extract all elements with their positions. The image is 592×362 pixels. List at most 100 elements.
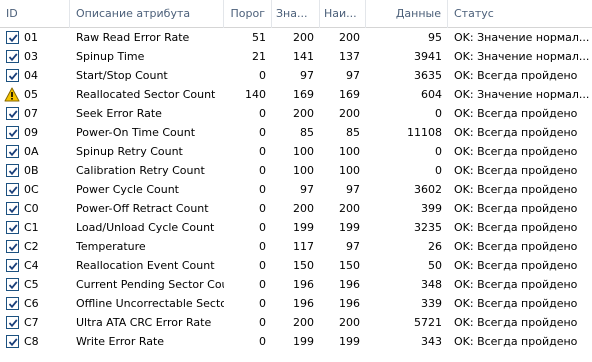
checkbox-checked-icon[interactable] xyxy=(6,126,19,139)
row-value: 196 xyxy=(293,278,314,291)
table-row[interactable]: C7 Ultra ATA CRC Error Rate 0 200 200 5721 OK:… xyxy=(0,313,592,332)
row-data: 11108 xyxy=(407,126,442,139)
row-attribute-name: Write Error Rate xyxy=(76,335,165,348)
checkbox-checked-icon[interactable] xyxy=(6,240,19,253)
row-id: 03 xyxy=(24,50,38,63)
checkbox-checked-icon[interactable] xyxy=(6,50,19,63)
row-worst: 100 xyxy=(339,164,360,177)
row-data: 399 xyxy=(421,202,442,215)
row-attribute-name: Start/Stop Count xyxy=(76,69,168,82)
table-row[interactable]: 09 Power-On Time Count 0 85 85 11108 OK: Всегд… xyxy=(0,123,592,142)
table-row[interactable]: C2 Temperature 0 117 97 26 OK: Всегда пройдено xyxy=(0,237,592,256)
checkbox-checked-icon[interactable] xyxy=(6,164,19,177)
row-attribute-name: Power-Off Retract Count xyxy=(76,202,209,215)
row-threshold: 0 xyxy=(259,335,266,348)
table-row[interactable]: C4 Reallocation Event Count 0 150 150 50 OK: В… xyxy=(0,256,592,275)
row-attribute-name: Power-On Time Count xyxy=(76,126,196,139)
table-row[interactable]: 03 Spinup Time 21 141 137 3941 OK: Значение но… xyxy=(0,47,592,66)
row-worst: 150 xyxy=(339,259,360,272)
row-value: 196 xyxy=(293,297,314,310)
row-value: 85 xyxy=(300,126,314,139)
checkbox-checked-icon[interactable] xyxy=(6,183,19,196)
row-status: OK: Всегда пройдено xyxy=(454,183,578,196)
column-header-name[interactable]: Описание атрибута xyxy=(70,0,224,28)
row-threshold: 0 xyxy=(259,126,266,139)
row-threshold: 0 xyxy=(259,145,266,158)
table-row[interactable]: 0B Calibration Retry Count 0 100 100 0 OK: Все… xyxy=(0,161,592,180)
checkbox-checked-icon[interactable] xyxy=(6,145,19,158)
checkbox-checked-icon[interactable] xyxy=(6,69,19,82)
row-threshold: 0 xyxy=(259,221,266,234)
table-header: ID Описание атрибута Порог Зна... Наи...… xyxy=(0,0,592,28)
row-attribute-name: Calibration Retry Count xyxy=(76,164,205,177)
column-header-worst[interactable]: Наи... xyxy=(320,0,366,28)
row-value: 169 xyxy=(293,88,314,101)
row-id: C0 xyxy=(24,202,39,215)
checkbox-checked-icon[interactable] xyxy=(6,221,19,234)
table-row[interactable]: 01 Raw Read Error Rate 51 200 200 95 OK: Значе… xyxy=(0,28,592,47)
row-attribute-name: Temperature xyxy=(76,240,146,253)
row-threshold: 0 xyxy=(259,183,266,196)
row-worst: 196 xyxy=(339,278,360,291)
row-threshold: 0 xyxy=(259,278,266,291)
row-id: 01 xyxy=(24,31,38,44)
column-header-status[interactable]: Статус xyxy=(448,0,592,28)
table-row[interactable]: 0C Power Cycle Count 0 97 97 3602 OK: Всегда п… xyxy=(0,180,592,199)
row-data: 0 xyxy=(435,145,442,158)
row-status: OK: Всегда пройдено xyxy=(454,145,578,158)
row-status: OK: Всегда пройдено xyxy=(454,335,578,348)
checkbox-checked-icon[interactable] xyxy=(6,316,19,329)
row-value: 199 xyxy=(293,335,314,348)
column-header-threshold[interactable]: Порог xyxy=(224,0,272,28)
checkbox-checked-icon[interactable] xyxy=(6,297,19,310)
row-id: C5 xyxy=(24,278,39,291)
row-data: 0 xyxy=(435,164,442,177)
row-threshold: 0 xyxy=(259,297,266,310)
row-id: 09 xyxy=(24,126,38,139)
checkbox-checked-icon[interactable] xyxy=(6,202,19,215)
row-status: OK: Значение нормал... xyxy=(454,50,590,63)
row-data: 604 xyxy=(421,88,442,101)
row-status: OK: Значение нормал... xyxy=(454,88,590,101)
row-threshold: 0 xyxy=(259,259,266,272)
table-row[interactable]: 04 Start/Stop Count 0 97 97 3635 OK: Всегда пр… xyxy=(0,66,592,85)
row-value: 200 xyxy=(293,316,314,329)
row-status: OK: Всегда пройдено xyxy=(454,297,578,310)
row-value: 100 xyxy=(293,164,314,177)
row-id: 0B xyxy=(24,164,39,177)
table-row[interactable]: 07 Seek Error Rate 0 200 200 0 OK: Всегда прой… xyxy=(0,104,592,123)
row-value: 200 xyxy=(293,202,314,215)
row-status: OK: Всегда пройдено xyxy=(454,259,578,272)
checkbox-checked-icon[interactable] xyxy=(6,278,19,291)
row-value: 200 xyxy=(293,107,314,120)
row-worst: 85 xyxy=(346,126,360,139)
row-data: 348 xyxy=(421,278,442,291)
row-status: OK: Всегда пройдено xyxy=(454,69,578,82)
checkbox-checked-icon[interactable] xyxy=(6,107,19,120)
table-row[interactable]: C6 Offline Uncorrectable Sector C... 0 196 1… xyxy=(0,294,592,313)
row-threshold: 0 xyxy=(259,316,266,329)
checkbox-checked-icon[interactable] xyxy=(6,335,19,348)
table-row[interactable]: C0 Power-Off Retract Count 0 200 200 399 OK: В… xyxy=(0,199,592,218)
row-worst: 200 xyxy=(339,316,360,329)
checkbox-checked-icon[interactable] xyxy=(6,31,19,44)
table-row[interactable]: C8 Write Error Rate 0 199 199 343 OK: Всегда п… xyxy=(0,332,592,351)
column-header-id[interactable]: ID xyxy=(0,0,70,28)
row-status: OK: Всегда пройдено xyxy=(454,202,578,215)
column-header-value[interactable]: Зна... xyxy=(272,0,320,28)
row-data: 3941 xyxy=(414,50,442,63)
row-status: OK: Всегда пройдено xyxy=(454,278,578,291)
smart-attributes-table: ID Описание атрибута Порог Зна... Наи...… xyxy=(0,0,592,348)
column-header-data[interactable]: Данные xyxy=(366,0,448,28)
table-row[interactable]: 05 Reallocated Sector Count 140 169 169 604 OK… xyxy=(0,85,592,104)
row-attribute-name: Current Pending Sector Count xyxy=(76,278,224,291)
row-threshold: 51 xyxy=(252,31,266,44)
row-value: 200 xyxy=(293,31,314,44)
row-worst: 200 xyxy=(339,107,360,120)
table-row[interactable]: C5 Current Pending Sector Count 0 196 196 348… xyxy=(0,275,592,294)
table-row[interactable]: C1 Load/Unload Cycle Count 0 199 199 3235 OK: … xyxy=(0,218,592,237)
row-status: OK: Всегда пройдено xyxy=(454,164,578,177)
table-row[interactable]: 0A Spinup Retry Count 0 100 100 0 OK: Всегда п… xyxy=(0,142,592,161)
row-data: 0 xyxy=(435,107,442,120)
checkbox-checked-icon[interactable] xyxy=(6,259,19,272)
